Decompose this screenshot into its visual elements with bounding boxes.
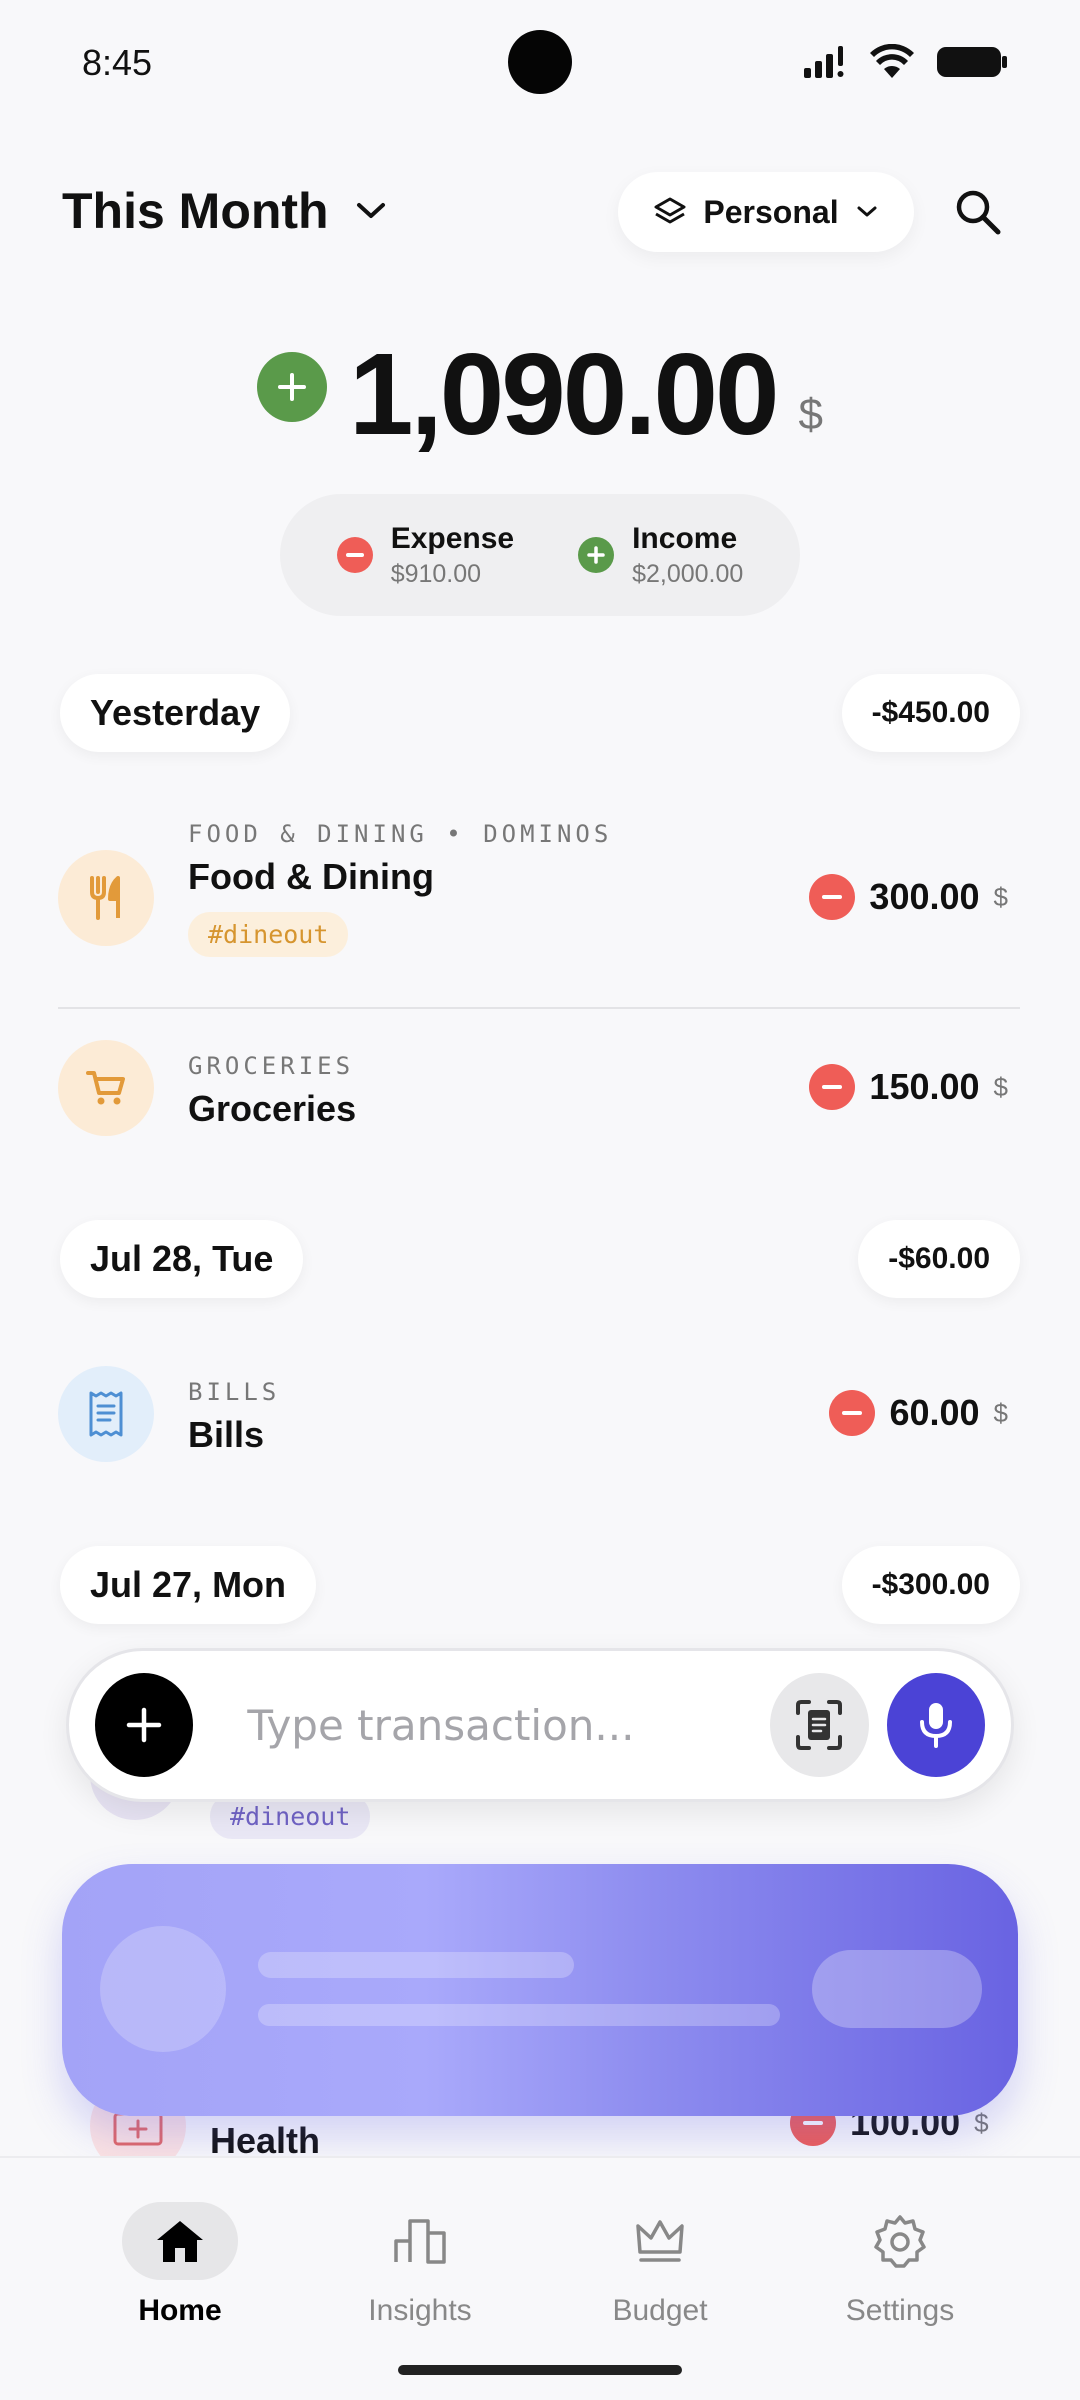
- bar-chart-icon: [394, 2219, 446, 2264]
- transaction-row[interactable]: BILLS Bills 60.00 $: [58, 1366, 1008, 1462]
- summary-pill: Expense $910.00 Income $2,000.00: [280, 494, 800, 616]
- skeleton-pill: [812, 1950, 982, 2028]
- transaction-name: Groceries: [188, 1088, 357, 1129]
- minus-icon: [809, 1064, 856, 1110]
- income-summary: Income $2,000.00: [578, 522, 743, 589]
- processing-card: [62, 1864, 1018, 2116]
- camera-cutout: [508, 30, 572, 94]
- gear-icon: [874, 2215, 926, 2268]
- transaction-name: Food & Dining: [188, 856, 434, 897]
- amount-value: 150.00: [869, 1066, 980, 1107]
- nav-label: Home: [138, 2294, 222, 2327]
- divider: [58, 1007, 1020, 1009]
- status-icons: [802, 44, 1008, 80]
- transaction-input[interactable]: [247, 1700, 771, 1750]
- wifi-icon: [870, 44, 914, 78]
- transaction-meta: BILLS: [188, 1378, 281, 1406]
- skeleton-line: [258, 1952, 574, 1978]
- chevron-down-icon: [857, 206, 877, 217]
- expense-value: $910.00: [390, 559, 482, 588]
- nav-settings[interactable]: Settings: [800, 2202, 1000, 2400]
- add-transaction-button[interactable]: [95, 1673, 194, 1777]
- cart-icon: [58, 1040, 154, 1136]
- transaction-name: Bills: [188, 1414, 265, 1455]
- expense-label: Expense: [390, 521, 515, 555]
- transaction-meta: GROCERIES: [188, 1052, 355, 1080]
- layers-icon: [654, 197, 686, 224]
- scan-receipt-button[interactable]: [770, 1673, 869, 1777]
- nav-label: Budget: [612, 2294, 708, 2327]
- status-time: 8:45: [82, 42, 153, 83]
- date-chip: Yesterday: [60, 674, 291, 752]
- microphone-icon: [919, 1703, 952, 1748]
- transaction-row[interactable]: FOOD & DINING • DOMINOS Food & Dining #d…: [58, 820, 1008, 957]
- date-total: -$300.00: [841, 1546, 1020, 1624]
- minus-icon: [336, 537, 373, 573]
- transaction-row[interactable]: GROCERIES Groceries 150.00 $: [58, 1040, 1008, 1136]
- income-plus-icon: [256, 352, 327, 422]
- nav-home[interactable]: Home: [80, 2202, 280, 2400]
- bottom-navigation: Home Insights Budget Settings: [0, 2156, 1080, 2400]
- account-label: Personal: [703, 193, 839, 230]
- amount-currency: $: [993, 1397, 1008, 1428]
- balance-currency: $: [798, 390, 824, 439]
- search-icon: [956, 190, 1001, 235]
- account-switcher[interactable]: Personal: [618, 172, 914, 252]
- signal-icon: [804, 46, 844, 78]
- plus-icon: [126, 1707, 162, 1743]
- date-chip: Jul 27, Mon: [60, 1546, 317, 1624]
- receipt-icon: [58, 1366, 154, 1462]
- minus-icon: [809, 874, 856, 920]
- search-button[interactable]: [946, 180, 1010, 244]
- amount-value: 300.00: [869, 876, 980, 917]
- minus-icon: [829, 1390, 876, 1436]
- chevron-down-icon: [356, 203, 385, 218]
- voice-input-button[interactable]: [886, 1673, 985, 1777]
- period-selector[interactable]: This Month: [62, 182, 387, 240]
- transaction-amount: 60.00 $: [829, 1390, 1008, 1436]
- amount-currency: $: [993, 1071, 1008, 1102]
- nav-label: Insights: [368, 2294, 472, 2327]
- balance-amount: 1,090.00: [348, 329, 780, 459]
- transaction-amount: 300.00 $: [809, 874, 1008, 920]
- amount-currency: $: [974, 2107, 989, 2138]
- income-value: $2,000.00: [632, 559, 744, 588]
- battery-icon: [937, 47, 1007, 77]
- transaction-meta: FOOD & DINING • DOMINOS: [188, 820, 613, 848]
- scan-icon: [796, 1700, 843, 1750]
- date-total: -$450.00: [841, 674, 1020, 752]
- date-chip: Jul 28, Tue: [60, 1220, 304, 1298]
- transaction-input-bar: [66, 1648, 1014, 1802]
- home-icon: [157, 2221, 203, 2262]
- transaction-amount: 150.00 $: [809, 1064, 1008, 1110]
- period-label: This Month: [62, 183, 329, 239]
- amount-value: 60.00: [889, 1392, 980, 1433]
- fork-knife-icon: [58, 850, 154, 946]
- crown-icon: [636, 2220, 684, 2262]
- balance-display: 1,090.00 $: [0, 336, 1080, 452]
- nav-label: Settings: [845, 2294, 955, 2327]
- expense-summary: Expense $910.00: [336, 521, 515, 589]
- plus-icon: [578, 537, 615, 573]
- income-label: Income: [632, 521, 738, 555]
- transaction-tag[interactable]: #dineout: [188, 912, 349, 957]
- home-indicator: [398, 2365, 682, 2375]
- amount-currency: $: [993, 881, 1008, 912]
- skeleton-line: [258, 2004, 780, 2026]
- date-total: -$60.00: [858, 1220, 1020, 1298]
- skeleton-avatar: [100, 1926, 226, 2052]
